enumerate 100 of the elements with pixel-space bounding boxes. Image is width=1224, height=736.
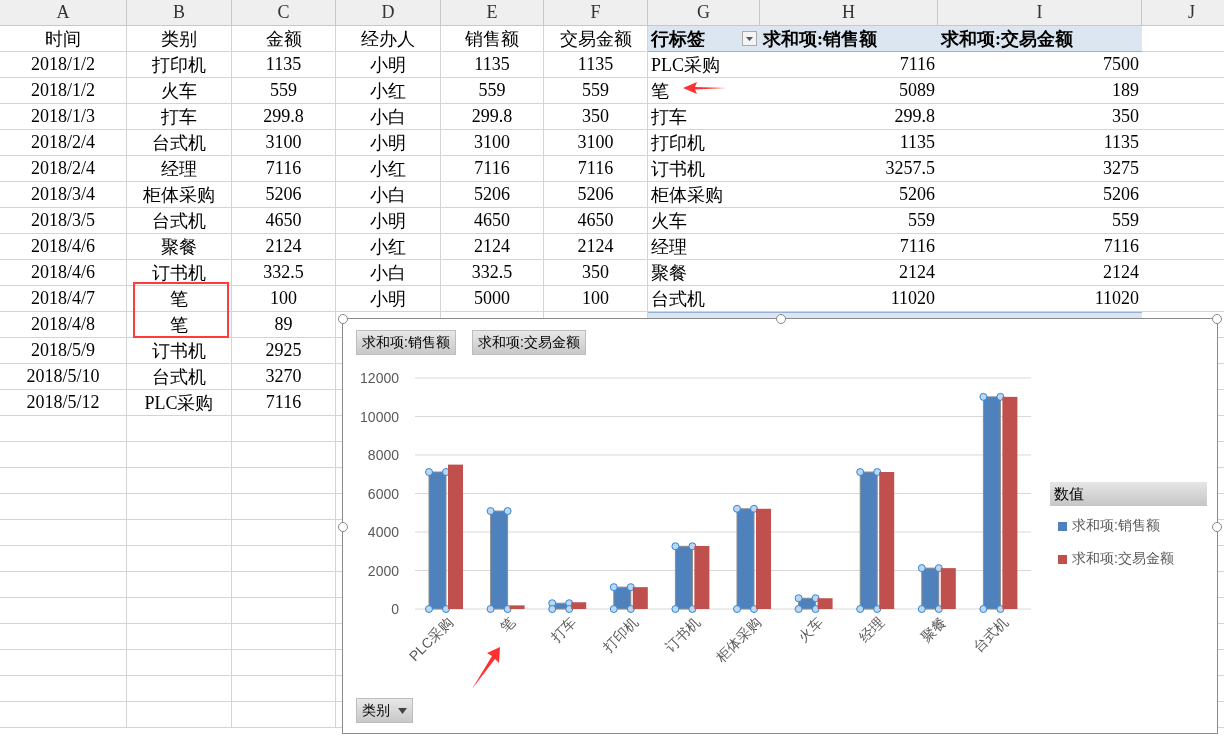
x-axis-label: 聚餐 (917, 613, 949, 645)
table-cell: 聚餐 (127, 234, 232, 260)
axis-field-button[interactable]: 类别 (356, 698, 413, 723)
table-cell: 台式机 (127, 208, 232, 234)
pivot-value-cell: 7116 (938, 234, 1142, 260)
table-cell: 柜体采购 (127, 182, 232, 208)
table-cell: 5206 (232, 182, 336, 208)
x-axis-label: 笔 (496, 613, 518, 635)
pivot-value-cell: 7116 (760, 52, 938, 78)
table-cell: 2018/1/3 (0, 104, 127, 130)
y-axis-label: 8000 (367, 447, 399, 463)
table-cell: 订书机 (127, 338, 232, 364)
table-cell: PLC采购 (127, 390, 232, 416)
bar[interactable] (632, 587, 648, 609)
table-cell: 332.5 (232, 260, 336, 286)
table-cell: 2124 (441, 234, 544, 260)
table-cell: 2018/5/9 (0, 338, 127, 364)
table-cell: 100 (232, 286, 336, 312)
table-cell: 5206 (544, 182, 648, 208)
table-cell: 100 (544, 286, 648, 312)
table-cell: 打车 (127, 104, 232, 130)
table-cell: 火车 (127, 78, 232, 104)
table-cell: 3100 (441, 130, 544, 156)
table-cell: 小明 (336, 52, 441, 78)
table-cell: 5000 (441, 286, 544, 312)
pivot-row-label: 聚餐 (648, 260, 760, 286)
x-axis-label: 打印机 (599, 613, 641, 655)
table-cell: 2925 (232, 338, 336, 364)
bar[interactable] (509, 605, 525, 609)
table-header-cell: 销售额 (441, 26, 544, 52)
table-header-cell: 类别 (127, 26, 232, 52)
table-cell: 打印机 (127, 52, 232, 78)
table-cell: 559 (544, 78, 648, 104)
table-cell: 89 (232, 312, 336, 338)
resize-handle[interactable] (1212, 314, 1222, 324)
table-cell: 7116 (232, 156, 336, 182)
x-axis-label: 火车 (794, 613, 826, 645)
resize-handle[interactable] (338, 314, 348, 324)
table-header-cell: 经办人 (336, 26, 441, 52)
filter-dropdown-icon[interactable] (742, 31, 757, 46)
pivot-row-label: 火车 (648, 208, 760, 234)
bar[interactable] (940, 568, 956, 609)
column-header: E (441, 0, 544, 26)
table-cell: 350 (544, 260, 648, 286)
table-header-cell: 时间 (0, 26, 127, 52)
x-axis-label: 柜体采购 (713, 613, 765, 665)
resize-handle[interactable] (338, 522, 348, 532)
column-header: D (336, 0, 441, 26)
pivot-value-cell: 1135 (938, 130, 1142, 156)
table-cell: 笔 (127, 312, 232, 338)
table-cell: 2018/4/8 (0, 312, 127, 338)
bar[interactable] (571, 602, 587, 609)
table-cell: 1135 (544, 52, 648, 78)
selection-handles[interactable] (548, 599, 574, 613)
bar[interactable] (694, 545, 710, 609)
table-cell: 2018/3/5 (0, 208, 127, 234)
pivot-row-label: 打印机 (648, 130, 760, 156)
resize-handle[interactable] (776, 314, 786, 324)
table-cell: 笔 (127, 286, 232, 312)
column-header: B (127, 0, 232, 26)
y-axis-label: 2000 (367, 562, 399, 579)
pivot-value-cell: 2124 (938, 260, 1142, 286)
field-button[interactable]: 求和项:交易金额 (472, 330, 586, 355)
table-cell: 台式机 (127, 130, 232, 156)
bar[interactable] (879, 472, 895, 609)
table-cell: 小红 (336, 156, 441, 182)
bar[interactable] (817, 598, 833, 609)
table-cell: 2018/5/12 (0, 390, 127, 416)
pivot-row-label: 订书机 (648, 156, 760, 182)
field-button[interactable]: 求和项:销售额 (356, 330, 456, 355)
pivot-value-cell: 350 (938, 104, 1142, 130)
table-cell: 订书机 (127, 260, 232, 286)
table-cell: 2018/5/10 (0, 364, 127, 390)
table-cell: 2018/4/7 (0, 286, 127, 312)
table-cell: 小明 (336, 208, 441, 234)
column-header: J (1142, 0, 1224, 26)
resize-handle[interactable] (1212, 522, 1222, 532)
pivot-value-cell: 559 (760, 208, 938, 234)
table-cell: 4650 (232, 208, 336, 234)
table-cell: 2018/4/6 (0, 234, 127, 260)
pivot-value-cell: 3275 (938, 156, 1142, 182)
bar[interactable] (1002, 396, 1018, 609)
table-cell: 5206 (441, 182, 544, 208)
table-cell: 2018/4/6 (0, 260, 127, 286)
pivot-row-label: 柜体采购 (648, 182, 760, 208)
table-cell: 2018/2/4 (0, 156, 127, 182)
pivot-header-cell-text: 行标签 (651, 27, 705, 51)
table-cell: 7116 (544, 156, 648, 182)
table-cell: 2018/3/4 (0, 182, 127, 208)
selection-handles[interactable] (794, 594, 820, 613)
y-axis-label: 6000 (367, 485, 399, 502)
x-axis-label: 经理 (856, 613, 888, 645)
table-cell: 经理 (127, 156, 232, 182)
table-cell: 3270 (232, 364, 336, 390)
table-cell: 小红 (336, 78, 441, 104)
y-axis-label: 0 (391, 601, 399, 617)
table-cell: 4650 (441, 208, 544, 234)
pivot-row-label: PLC采购 (648, 52, 760, 78)
column-header: F (544, 0, 648, 26)
pivot-value-cell: 189 (938, 78, 1142, 104)
